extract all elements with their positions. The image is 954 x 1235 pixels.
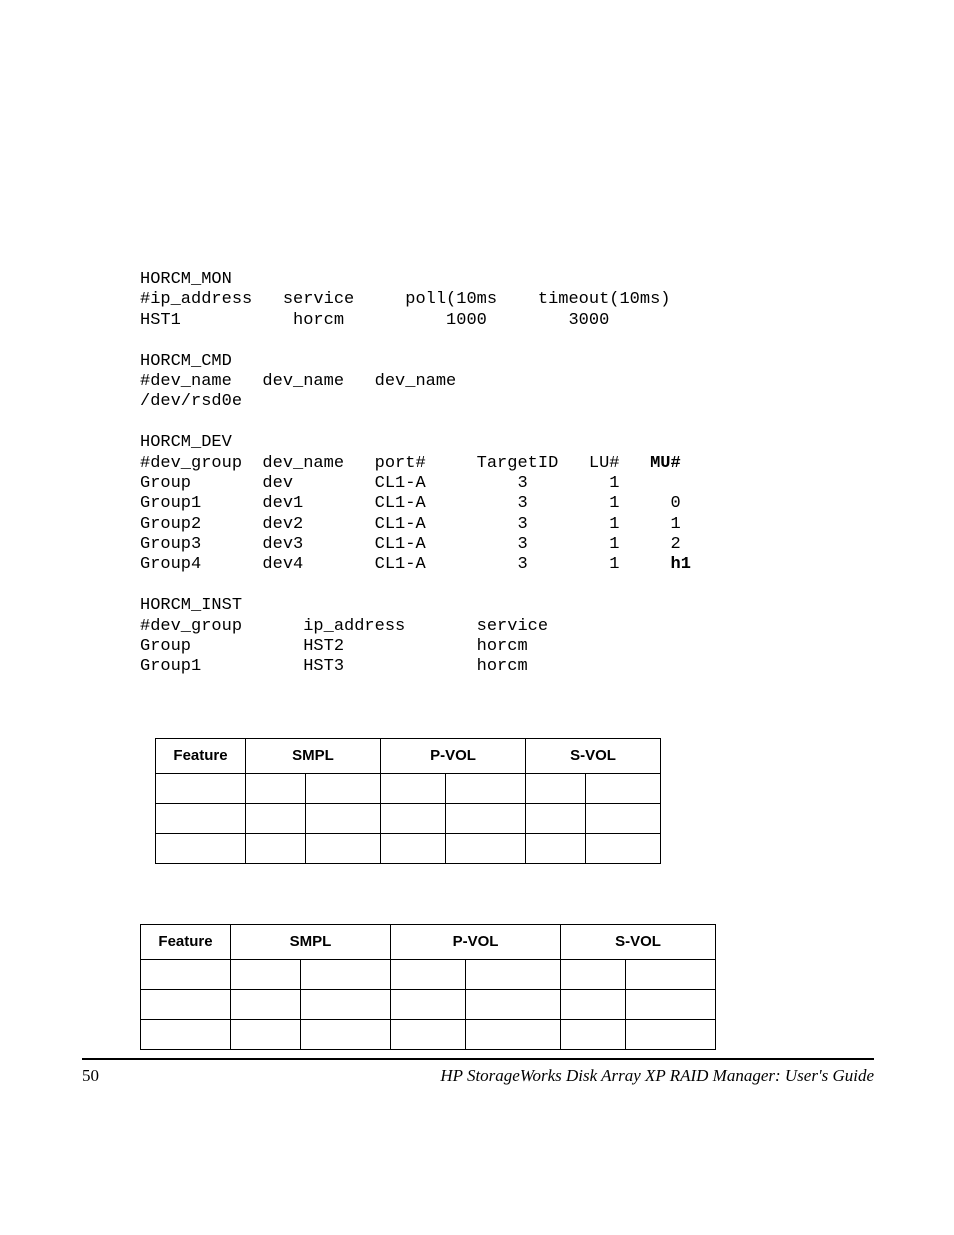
horcm-cmd-row: /dev/rsd0e (140, 392, 242, 411)
horcm-dev-row-1: Group1 dev1 CL1-A 3 1 0 (140, 494, 681, 513)
footer-rule (82, 1058, 874, 1060)
horcm-dev-row-4: Group4 dev4 CL1-A 3 1 (140, 555, 671, 574)
horcm-inst-row-1: Group1 HST3 horcm (140, 657, 528, 676)
table-row (141, 989, 716, 1019)
horcm-inst-row-0: Group HST2 horcm (140, 637, 528, 656)
horcm-mon-header: #ip_address service poll(10ms timeout(10… (140, 290, 671, 309)
feature-table-1: Feature SMPL P-VOL S-VOL (155, 738, 661, 864)
table-row (141, 959, 716, 989)
horcm-dev-row-3: Group3 dev3 CL1-A 3 1 2 (140, 535, 681, 554)
table-row (156, 773, 661, 803)
feature-table-2: Feature SMPL P-VOL S-VOL (140, 924, 716, 1050)
horcm-mon-row: HST1 horcm 1000 3000 (140, 311, 609, 330)
horcm-dev-row-0: Group dev CL1-A 3 1 (140, 474, 619, 493)
table-row (141, 1019, 716, 1049)
col-pvol: P-VOL (381, 738, 526, 773)
horcm-mon-title: HORCM_MON (140, 270, 232, 289)
col-svol: S-VOL (561, 924, 716, 959)
table-row (156, 833, 661, 863)
horcm-dev-header: #dev_group dev_name port# TargetID LU# (140, 454, 650, 473)
col-feature: Feature (156, 738, 246, 773)
col-svol: S-VOL (526, 738, 661, 773)
page-number: 50 (82, 1066, 99, 1086)
horcm-cmd-title: HORCM_CMD (140, 352, 232, 371)
horcm-inst-title: HORCM_INST (140, 596, 242, 615)
col-smpl: SMPL (246, 738, 381, 773)
horcm-cmd-header: #dev_name dev_name dev_name (140, 372, 456, 391)
horcm-dev-row-4-bold: h1 (671, 555, 691, 574)
guide-title: HP StorageWorks Disk Array XP RAID Manag… (440, 1066, 874, 1086)
horcm-mon-block: HORCM_MON #ip_address service poll(10ms … (140, 270, 814, 678)
page-footer: 50 HP StorageWorks Disk Array XP RAID Ma… (0, 1058, 954, 1086)
col-pvol: P-VOL (391, 924, 561, 959)
table-row (156, 803, 661, 833)
horcm-dev-header-mu: MU# (650, 454, 681, 473)
horcm-dev-row-2: Group2 dev2 CL1-A 3 1 1 (140, 515, 681, 534)
table-header-row: Feature SMPL P-VOL S-VOL (141, 924, 716, 959)
col-feature: Feature (141, 924, 231, 959)
col-smpl: SMPL (231, 924, 391, 959)
horcm-dev-title: HORCM_DEV (140, 433, 232, 452)
horcm-inst-header: #dev_group ip_address service (140, 617, 548, 636)
table-header-row: Feature SMPL P-VOL S-VOL (156, 738, 661, 773)
